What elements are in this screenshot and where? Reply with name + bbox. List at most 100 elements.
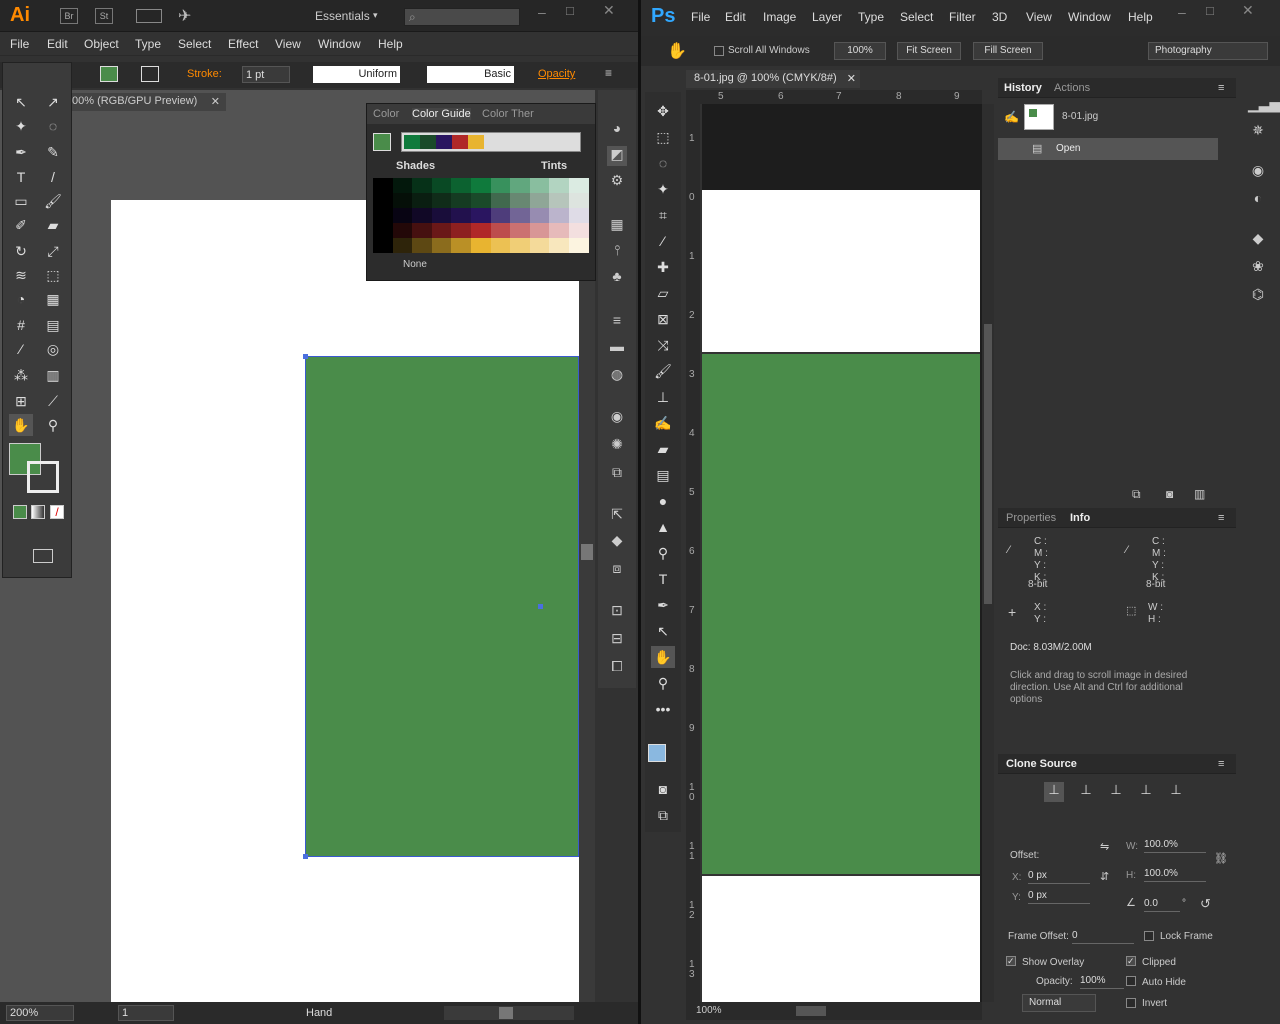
variation-swatch[interactable]: [373, 223, 393, 238]
harmony-swatch[interactable]: [468, 135, 484, 149]
artboard-tool-icon[interactable]: ⊞: [9, 390, 33, 412]
panel-menu-icon[interactable]: ≡: [1218, 512, 1224, 524]
brushes-icon[interactable]: ⫯: [607, 242, 627, 262]
trash-icon[interactable]: ▥: [1194, 487, 1205, 501]
width-tool-icon[interactable]: ≋: [9, 264, 33, 286]
curvature-tool-icon[interactable]: ✎: [41, 141, 65, 163]
eyedropper-tool-icon[interactable]: ⁄: [9, 338, 33, 360]
variation-swatch[interactable]: [451, 193, 472, 208]
ps-menu-edit[interactable]: Edit: [725, 10, 746, 24]
spot-healing-tool-icon[interactable]: ✚: [651, 256, 675, 278]
blur-tool-icon[interactable]: ●: [651, 490, 675, 512]
brush-definition[interactable]: Basic: [427, 66, 514, 83]
variation-swatch[interactable]: [451, 178, 472, 193]
gpu-rocket-icon[interactable]: ✈: [178, 6, 191, 26]
camera-icon[interactable]: ◙: [1166, 487, 1173, 501]
harmony-swatch[interactable]: [436, 135, 452, 149]
clone-source-3-icon[interactable]: ⊥: [1106, 782, 1126, 802]
zoom-tool-icon[interactable]: ⚲: [41, 414, 65, 436]
base-color-swatch[interactable]: [373, 133, 391, 151]
ai-document-tab[interactable]: 00% (RGB/GPU Preview) ✕: [70, 93, 226, 111]
path-selection-tool-icon[interactable]: ✒: [651, 594, 675, 616]
variation-swatch[interactable]: [412, 178, 433, 193]
color-mode-button[interactable]: [13, 505, 27, 519]
artboard-number-field[interactable]: 1: [118, 1005, 174, 1021]
mesh-tool-icon[interactable]: #: [9, 314, 33, 336]
stroke-swatch[interactable]: [141, 66, 159, 82]
ps-menu-view[interactable]: View: [1026, 10, 1052, 24]
direct-selection-tool-icon[interactable]: ↗: [41, 91, 65, 113]
crop-tool-icon[interactable]: ⌗: [651, 204, 675, 226]
adjustments-icon[interactable]: ◐: [1248, 190, 1268, 210]
variation-swatch[interactable]: [529, 208, 550, 223]
variation-swatch[interactable]: [431, 208, 452, 223]
layers-icon[interactable]: ◆: [607, 532, 627, 552]
ps-close-button[interactable]: ✕: [1242, 2, 1254, 19]
clone-stamp-tool-icon[interactable]: ⊥: [651, 386, 675, 408]
variation-swatch[interactable]: [471, 178, 491, 193]
quick-selection-tool-icon[interactable]: ✦: [651, 178, 675, 200]
perspective-grid-tool-icon[interactable]: ▦: [41, 288, 65, 310]
variation-swatch[interactable]: [471, 193, 491, 208]
close-button[interactable]: ✕: [603, 2, 615, 19]
lasso-tool-icon[interactable]: ◌: [41, 115, 65, 137]
ps-menu-layer[interactable]: Layer: [812, 10, 842, 24]
selection-handle[interactable]: [303, 354, 308, 359]
variation-swatch[interactable]: [451, 238, 472, 253]
column-graph-tool-icon[interactable]: ▥: [41, 364, 65, 386]
control-menu-icon[interactable]: ≡: [605, 66, 612, 80]
variation-swatch[interactable]: [392, 178, 413, 193]
variation-swatch[interactable]: [490, 208, 511, 223]
flip-horizontal-icon[interactable]: ⇋: [1100, 840, 1109, 853]
channels-icon[interactable]: ❀: [1248, 258, 1268, 278]
menu-effect[interactable]: Effect: [228, 37, 258, 51]
pen-tool-icon[interactable]: ✒: [9, 141, 33, 163]
align-icon[interactable]: ⊟: [607, 630, 627, 650]
ps-direct-select-icon[interactable]: ↖: [651, 620, 675, 642]
color-guide-icon[interactable]: ◩: [607, 146, 627, 166]
artboards-icon[interactable]: ⧈: [607, 560, 627, 580]
variation-swatch[interactable]: [510, 208, 531, 223]
panel-menu-icon[interactable]: ≡: [1218, 758, 1224, 770]
variation-swatch[interactable]: [431, 178, 452, 193]
variation-swatch[interactable]: [510, 238, 531, 253]
tab-color[interactable]: Color: [373, 108, 399, 120]
arrange-documents-icon[interactable]: [136, 9, 162, 23]
variation-swatch[interactable]: [549, 238, 570, 253]
history-brush-source-icon[interactable]: ✍: [1004, 110, 1019, 124]
variation-swatch[interactable]: [431, 193, 452, 208]
color-panel-icon[interactable]: ◕: [607, 120, 627, 140]
pathfinder-icon[interactable]: ⧠: [607, 658, 627, 678]
overlay-opacity-field[interactable]: 100%: [1080, 975, 1124, 989]
snapshot-label[interactable]: 8-01.jpg: [1062, 111, 1098, 122]
ps-menu-filter[interactable]: Filter: [949, 10, 976, 24]
variation-swatch[interactable]: [569, 193, 589, 208]
variation-swatch[interactable]: [510, 223, 531, 238]
ps-h-scroll-thumb[interactable]: [796, 1006, 826, 1016]
appearance-icon[interactable]: ✺: [607, 436, 627, 456]
libraries-icon[interactable]: ◉: [1248, 162, 1268, 182]
variation-swatch[interactable]: [529, 223, 550, 238]
variation-swatch[interactable]: [471, 223, 491, 238]
variation-swatch[interactable]: [392, 223, 413, 238]
menu-object[interactable]: Object: [84, 37, 119, 51]
graphic-styles-icon[interactable]: ⧉: [607, 464, 627, 484]
zoom-field[interactable]: 200%: [6, 1005, 74, 1021]
ps-pen-tool-icon[interactable]: ⚲: [651, 542, 675, 564]
stroke-color-box[interactable]: [27, 461, 59, 493]
cc-libraries-icon[interactable]: ◉: [607, 408, 627, 428]
navigator-icon[interactable]: ✵: [1248, 122, 1268, 142]
stroke-weight-field[interactable]: 1 pt: [242, 66, 290, 83]
ps-lasso-tool-icon[interactable]: ◌: [651, 152, 675, 174]
ps-menu-3d[interactable]: 3D: [992, 10, 1007, 24]
clone-source-4-icon[interactable]: ⊥: [1136, 782, 1156, 802]
variation-swatch[interactable]: [510, 193, 531, 208]
menu-select[interactable]: Select: [178, 37, 211, 51]
fit-screen-button[interactable]: Fit Screen: [897, 42, 961, 60]
show-overlay-checkbox[interactable]: ✓: [1006, 956, 1016, 966]
menu-help[interactable]: Help: [378, 37, 403, 51]
paths-icon[interactable]: ⌬: [1248, 286, 1268, 306]
ps-hand-tool-icon[interactable]: ✋: [651, 646, 675, 668]
hand-tool-icon[interactable]: ✋: [9, 414, 33, 436]
variation-swatch[interactable]: [549, 193, 570, 208]
